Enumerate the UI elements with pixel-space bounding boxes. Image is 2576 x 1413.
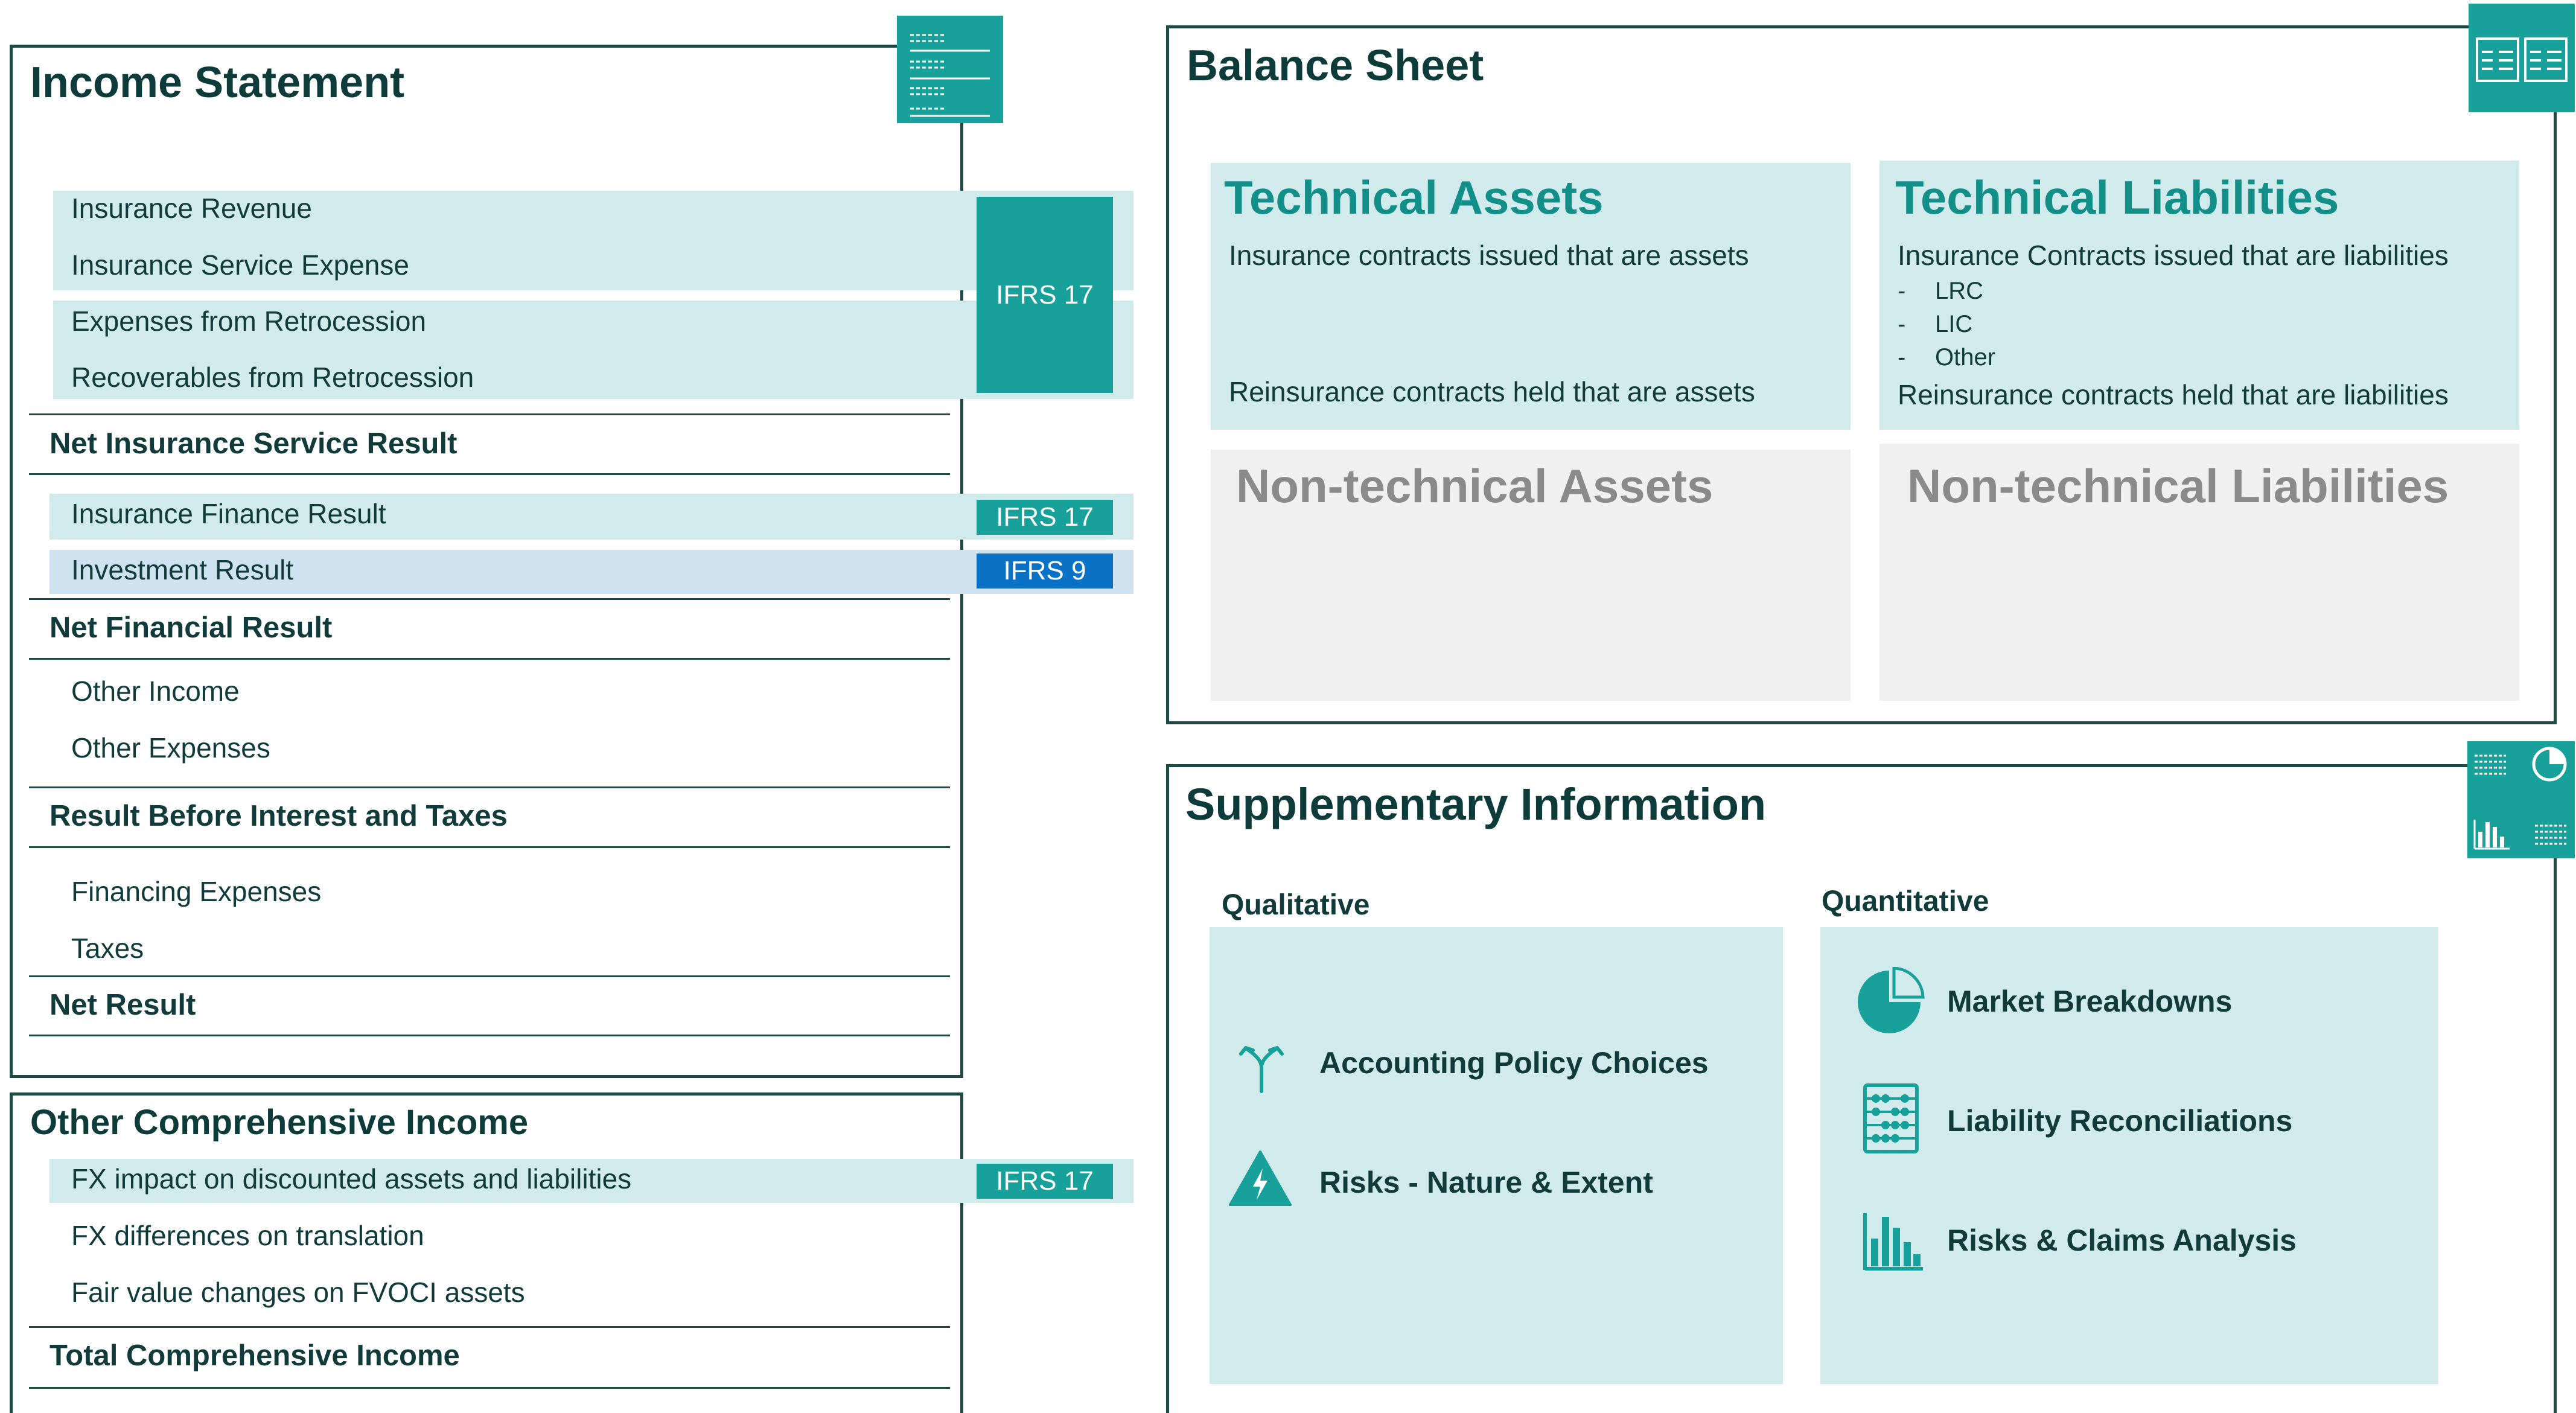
analytics-icon <box>2467 741 2575 858</box>
other-income-row: Other Income <box>71 675 240 707</box>
insurance-revenue-row: Insurance Revenue <box>71 193 312 224</box>
technical-assets-line1: Insurance contracts issued that are asse… <box>1229 240 1749 271</box>
bullet-marker: - <box>1898 278 1906 304</box>
qualitative-label: Qualitative <box>1222 889 1370 921</box>
ifrs17-tag: IFRS 17 <box>977 1164 1113 1199</box>
ifrs9-tag: IFRS 9 <box>977 553 1113 588</box>
divider <box>29 1035 950 1036</box>
divider <box>29 1326 950 1328</box>
document-list-icon <box>897 16 1003 123</box>
net-insurance-service-result-row: Net Insurance Service Result <box>49 427 457 460</box>
fair-value-changes-row: Fair value changes on FVOCI assets <box>71 1277 525 1308</box>
oci-title: Other Comprehensive Income <box>30 1103 529 1142</box>
technical-liabilities-heading: Technical Liabilities <box>1895 171 2339 224</box>
divider <box>29 975 950 977</box>
financing-expenses-row: Financing Expenses <box>71 876 322 907</box>
expenses-retrocession-row: Expenses from Retrocession <box>71 305 427 337</box>
insurance-service-expense-row: Insurance Service Expense <box>71 249 409 281</box>
divider <box>29 473 950 475</box>
qualitative-box <box>1210 927 1783 1384</box>
result-before-interest-taxes-row: Result Before Interest and Taxes <box>49 800 508 832</box>
fx-impact-row: FX impact on discounted assets and liabi… <box>71 1163 632 1195</box>
liability-reconciliations: Liability Reconciliations <box>1947 1104 2293 1138</box>
insurance-finance-result-row: Insurance Finance Result <box>71 498 386 529</box>
recoverables-retrocession-row: Recoverables from Retrocession <box>71 362 474 393</box>
split-arrow-icon <box>1231 1036 1292 1096</box>
divider <box>29 1387 950 1389</box>
divider <box>29 786 950 788</box>
bar-chart-icon <box>1861 1211 1924 1271</box>
lrc-item: LRC <box>1935 278 1984 304</box>
non-technical-assets-heading: Non-technical Assets <box>1236 459 1714 512</box>
other-expenses-row: Other Expenses <box>71 732 270 764</box>
other-item: Other <box>1935 344 1996 371</box>
divider <box>29 846 950 848</box>
bullet-marker: - <box>1898 344 1906 371</box>
net-result-row: Net Result <box>49 989 196 1021</box>
total-comprehensive-income-row: Total Comprehensive Income <box>49 1339 460 1372</box>
ifrs17-tag: IFRS 17 <box>977 197 1113 393</box>
supplementary-title: Supplementary Information <box>1185 779 1767 829</box>
risks-nature-extent: Risks - Nature & Extent <box>1319 1166 1653 1199</box>
technical-liabilities-line2: Reinsurance contracts held that are liab… <box>1898 379 2449 410</box>
ifrs17-tag: IFRS 17 <box>977 500 1113 535</box>
divider <box>29 658 950 660</box>
lic-item: LIC <box>1935 311 1973 337</box>
pie-chart-icon <box>1858 966 1925 1035</box>
technical-assets-heading: Technical Assets <box>1224 171 1604 224</box>
non-technical-liabilities-heading: Non-technical Liabilities <box>1907 459 2449 512</box>
net-financial-result-row: Net Financial Result <box>49 611 333 644</box>
investment-result-row: Investment Result <box>71 554 294 585</box>
technical-assets-line2: Reinsurance contracts held that are asse… <box>1229 376 1755 407</box>
quantitative-label: Quantitative <box>1822 885 1989 917</box>
balance-sheet-title: Balance Sheet <box>1187 42 1484 90</box>
technical-liabilities-line1: Insurance Contracts issued that are liab… <box>1898 240 2449 271</box>
balance-columns-icon <box>2469 4 2575 112</box>
risks-claims-analysis: Risks & Claims Analysis <box>1947 1223 2297 1257</box>
abacus-icon <box>1863 1083 1919 1154</box>
taxes-row: Taxes <box>71 933 144 964</box>
fx-differences-row: FX differences on translation <box>71 1220 424 1251</box>
income-statement-title: Income Statement <box>30 59 405 107</box>
accounting-policy-choices: Accounting Policy Choices <box>1319 1046 1709 1080</box>
divider <box>29 413 950 415</box>
warning-lightning-icon <box>1228 1148 1293 1208</box>
market-breakdowns: Market Breakdowns <box>1947 984 2233 1018</box>
bullet-marker: - <box>1898 311 1906 337</box>
divider <box>29 598 950 600</box>
